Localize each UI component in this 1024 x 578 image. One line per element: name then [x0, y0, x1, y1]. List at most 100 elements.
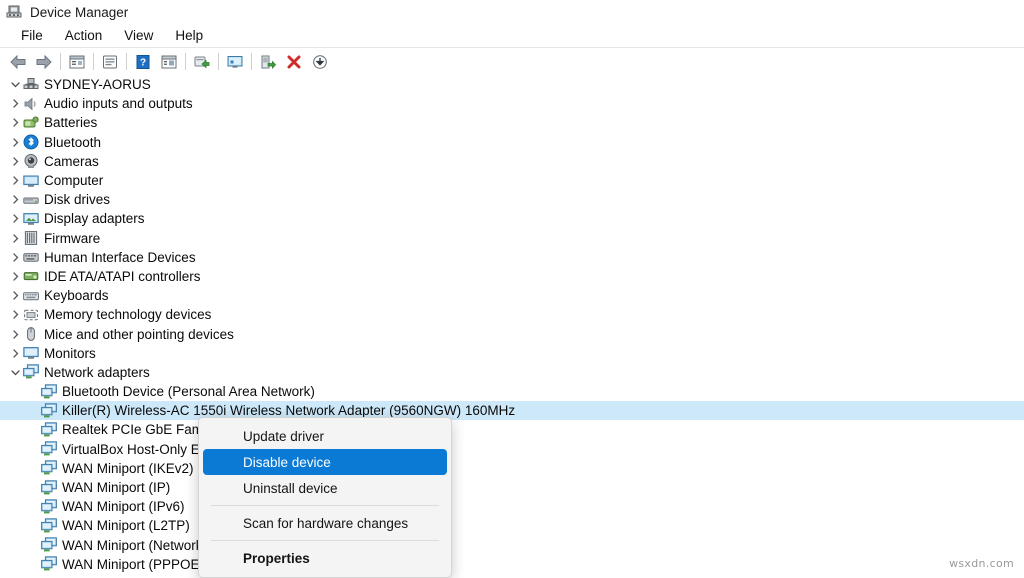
tree-item-row[interactable]: Batteries	[0, 113, 1024, 132]
back-arrow-icon	[9, 54, 27, 70]
chevron-right-icon[interactable]	[8, 171, 23, 190]
tree-indent-spacer	[26, 516, 41, 535]
tree-item-row[interactable]: Bluetooth	[0, 133, 1024, 152]
tree-item-row[interactable]: Killer(R) Wireless-AC 1550i Wireless Net…	[0, 401, 1024, 420]
network-adapter-icon	[41, 460, 57, 476]
tree-item-row[interactable]: Audio inputs and outputs	[0, 94, 1024, 113]
tree-item-label: IDE ATA/ATAPI controllers	[44, 267, 201, 286]
tree-item-row[interactable]: Network adapters	[0, 363, 1024, 382]
tree-indent-spacer	[26, 382, 41, 401]
chevron-right-icon[interactable]	[8, 267, 23, 286]
tree-root-row[interactable]: SYDNEY-AORUS	[0, 75, 1024, 94]
chevron-right-icon[interactable]	[8, 152, 23, 171]
chevron-right-icon[interactable]	[8, 229, 23, 248]
disk-drive-icon	[23, 192, 39, 208]
device-tree[interactable]: SYDNEY-AORUS Audio inputs and outputsBat…	[0, 75, 1024, 576]
chevron-down-icon[interactable]	[8, 363, 23, 382]
menu-view[interactable]: View	[113, 26, 164, 45]
chevron-right-icon[interactable]	[8, 209, 23, 228]
tree-item-row[interactable]: Memory technology devices	[0, 305, 1024, 324]
tree-item-label: Memory technology devices	[44, 305, 211, 324]
view-devices-button[interactable]	[156, 50, 182, 73]
camera-icon	[23, 153, 39, 169]
tree-rows-container: Audio inputs and outputsBatteriesBluetoo…	[0, 94, 1024, 574]
computer-icon	[23, 173, 39, 189]
chevron-right-icon[interactable]	[8, 286, 23, 305]
tree-item-row[interactable]: Mice and other pointing devices	[0, 324, 1024, 343]
tree-item-row[interactable]: Computer	[0, 171, 1024, 190]
context-disable-device[interactable]: Disable device	[203, 449, 447, 475]
toolbar-separator	[126, 53, 127, 70]
chevron-right-icon[interactable]	[8, 248, 23, 267]
help-button[interactable]: ?	[130, 50, 156, 73]
tree-item-label: Firmware	[44, 229, 100, 248]
memory-icon	[23, 307, 39, 323]
tree-item-label: Bluetooth Device (Personal Area Network)	[62, 382, 315, 401]
svg-text:?: ?	[140, 57, 146, 68]
chevron-right-icon[interactable]	[8, 94, 23, 113]
forward-button[interactable]	[31, 50, 57, 73]
scan-hardware-changes-button[interactable]	[222, 50, 248, 73]
download-arrow-icon	[311, 54, 329, 70]
context-update-driver[interactable]: Update driver	[203, 423, 447, 449]
mouse-icon	[23, 326, 39, 342]
chevron-right-icon[interactable]	[8, 325, 23, 344]
tree-item-row[interactable]: Cameras	[0, 152, 1024, 171]
properties-button[interactable]	[97, 50, 123, 73]
speaker-icon	[23, 96, 39, 112]
network-adapter-icon	[41, 518, 57, 534]
back-button[interactable]	[5, 50, 31, 73]
title-bar: Device Manager	[0, 0, 1024, 24]
tree-item-label: WAN Miniport (IPv6)	[62, 497, 185, 516]
tree-item-row[interactable]: Disk drives	[0, 190, 1024, 209]
network-adapter-icon	[41, 403, 57, 419]
tree-item-row[interactable]: IDE ATA/ATAPI controllers	[0, 267, 1024, 286]
tree-item-row[interactable]: Realtek PCIe GbE Family Controller	[0, 420, 1024, 439]
context-menu-separator	[211, 540, 439, 541]
tree-item-row[interactable]: Display adapters	[0, 209, 1024, 228]
network-adapter-icon	[41, 480, 57, 496]
show-hide-console-tree-button[interactable]	[64, 50, 90, 73]
menu-action[interactable]: Action	[54, 26, 114, 45]
tree-item-row[interactable]: Human Interface Devices	[0, 248, 1024, 267]
chevron-right-icon[interactable]	[8, 113, 23, 132]
enable-device-button[interactable]	[255, 50, 281, 73]
bluetooth-icon	[23, 134, 39, 150]
tree-item-row[interactable]: WAN Miniport (IKEv2)	[0, 459, 1024, 478]
tree-item-row[interactable]: Monitors	[0, 344, 1024, 363]
computer-root-icon	[23, 77, 39, 93]
chevron-right-icon[interactable]	[8, 133, 23, 152]
update-driver-button[interactable]	[189, 50, 215, 73]
menu-help[interactable]: Help	[164, 26, 214, 45]
tree-item-row[interactable]: Firmware	[0, 229, 1024, 248]
context-scan-hardware-changes[interactable]: Scan for hardware changes	[203, 510, 447, 536]
toolbar-separator	[185, 53, 186, 70]
tree-item-label: Network adapters	[44, 363, 150, 382]
toolbar-separator	[218, 53, 219, 70]
uninstall-device-button[interactable]	[281, 50, 307, 73]
tree-item-row[interactable]: WAN Miniport (IP)	[0, 478, 1024, 497]
menu-bar: File Action View Help	[0, 24, 1024, 48]
tree-item-row[interactable]: WAN Miniport (L2TP)	[0, 516, 1024, 535]
toolbar: ?	[0, 48, 1024, 76]
context-uninstall-device[interactable]: Uninstall device	[203, 475, 447, 501]
monitor-scan-icon	[226, 54, 244, 70]
download-button[interactable]	[307, 50, 333, 73]
tree-item-row[interactable]: WAN Miniport (PPPOE)	[0, 555, 1024, 574]
chevron-right-icon[interactable]	[8, 344, 23, 363]
tree-item-row[interactable]: WAN Miniport (IPv6)	[0, 497, 1024, 516]
tree-item-label: Computer	[44, 171, 103, 190]
menu-file[interactable]: File	[10, 26, 54, 45]
tree-item-row[interactable]: Keyboards	[0, 286, 1024, 305]
tree-indent-spacer	[26, 401, 41, 420]
view-list-icon	[160, 54, 178, 70]
tree-item-row[interactable]: Bluetooth Device (Personal Area Network)	[0, 382, 1024, 401]
tree-item-row[interactable]: WAN Miniport (Network Monitor)	[0, 536, 1024, 555]
chevron-down-icon[interactable]	[8, 75, 23, 94]
chevron-right-icon[interactable]	[8, 305, 23, 324]
context-properties[interactable]: Properties	[203, 545, 447, 571]
tree-item-label: WAN Miniport (L2TP)	[62, 516, 190, 535]
chevron-right-icon[interactable]	[8, 190, 23, 209]
context-menu[interactable]: Update driver Disable device Uninstall d…	[198, 417, 452, 578]
tree-item-row[interactable]: VirtualBox Host-Only Ethernet Adapter	[0, 440, 1024, 459]
